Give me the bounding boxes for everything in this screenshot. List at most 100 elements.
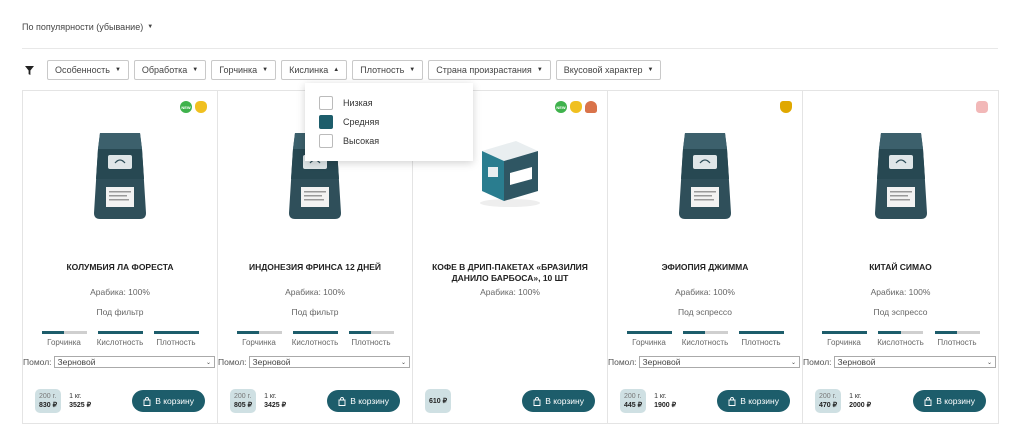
checkbox[interactable]: [319, 114, 333, 129]
grind-value: Зерновой: [642, 357, 681, 367]
flavor-bar-density: Плотность: [149, 331, 203, 347]
flavor-bar-acidity: Кислотность: [93, 331, 147, 347]
bar-fill: [41, 331, 64, 334]
flavor-bar-bitterness: Горчинка: [232, 331, 286, 347]
add-to-cart-button[interactable]: В корзину: [913, 390, 986, 412]
bar-track: [97, 331, 143, 334]
flavor-bar-bitterness: Горчинка: [37, 331, 91, 347]
acidity-dropdown-menu: Низкая Средняя Высокая: [305, 83, 473, 161]
product-name[interactable]: ИНДОНЕЗИЯ ФРИНСА 12 ДНЕЙ: [226, 262, 404, 273]
bar-track: [292, 331, 338, 334]
price-row: 200 г. 470 ₽ 1 кг. 2000 ₽ В корзину: [815, 389, 986, 413]
price-box[interactable]: 610 ₽: [425, 389, 452, 413]
product-image[interactable]: [673, 129, 737, 226]
product-image[interactable]: [88, 129, 152, 226]
grind-select[interactable]: Зерновой ⌄: [833, 356, 996, 368]
product-badges: [780, 101, 792, 113]
price: 3525 ₽: [69, 402, 92, 409]
price-box-1kg[interactable]: 1 кг. 2000 ₽: [849, 392, 871, 410]
grind-select[interactable]: Зерновой ⌄: [248, 356, 410, 368]
filter-processing[interactable]: Обработка ▼: [133, 60, 207, 80]
chevron-down-icon: ⌄: [400, 359, 406, 366]
bar-fill: [236, 331, 259, 334]
flavor-bar-density: Плотность: [930, 331, 984, 347]
filter-bitterness[interactable]: Горчинка ▼: [211, 60, 277, 80]
acidity-option-medium[interactable]: Средняя: [319, 112, 459, 131]
add-to-cart-button[interactable]: В корзину: [327, 390, 400, 412]
caret-down-icon: ▼: [114, 67, 121, 73]
filter-density[interactable]: Плотность ▼: [352, 60, 424, 80]
price: 3425 ₽: [264, 402, 287, 409]
pineapple-icon: [195, 101, 207, 113]
acidity-option-low[interactable]: Низкая: [319, 93, 459, 112]
grind-label: Помол:: [23, 357, 52, 367]
bar-fill: [878, 331, 901, 334]
trophy-icon: [780, 101, 792, 113]
mushroom-icon: [585, 101, 597, 113]
product-name[interactable]: КИТАЙ СИМАО: [811, 262, 990, 273]
caret-down-icon: ▼: [192, 67, 199, 73]
bar-fill: [821, 331, 867, 334]
product-brew-method: Под эспрессо: [873, 307, 928, 317]
pineapple-icon: [570, 101, 582, 113]
add-to-cart-button[interactable]: В корзину: [132, 390, 205, 412]
price: 805 ₽: [234, 402, 253, 409]
bar-track: [738, 331, 784, 334]
product-card[interactable]: ЭФИОПИЯ ДЖИММА Арабика: 100% Под эспрессо …: [608, 91, 803, 423]
bar-label: Горчинка: [242, 338, 276, 347]
product-badges: NEW: [555, 101, 597, 113]
weight: 200 г.: [39, 393, 57, 400]
bar-fill: [738, 331, 784, 334]
flavor-bar-density: Плотность: [734, 331, 788, 347]
grind-select[interactable]: Зерновой ⌄: [53, 356, 215, 368]
chip-label: Страна произрастания: [436, 65, 532, 75]
filter-taste[interactable]: Вкусовой характер ▼: [555, 60, 662, 80]
grind-label: Помол:: [218, 357, 247, 367]
bar-label: Плотность: [351, 338, 391, 347]
product-image[interactable]: [472, 129, 548, 214]
sort-dropdown[interactable]: По популярности (убывание) ▼: [22, 22, 153, 32]
filter-country[interactable]: Страна произрастания ▼: [428, 60, 551, 80]
grind-value: Зерновой: [837, 357, 876, 367]
product-card[interactable]: КИТАЙ СИМАО Арабика: 100% Под эспрессо Гор…: [803, 91, 998, 423]
filter-feature[interactable]: Особенность ▼: [47, 60, 129, 80]
product-image[interactable]: [869, 129, 933, 226]
weight: 1 кг.: [69, 393, 82, 400]
option-label: Высокая: [343, 135, 380, 146]
weight: 200 г.: [624, 393, 642, 400]
grind-row: Помол: Зерновой ⌄: [608, 356, 800, 368]
checkbox[interactable]: [319, 95, 333, 110]
option-label: Низкая: [343, 97, 373, 108]
new-icon: NEW: [180, 101, 192, 113]
product-brew-method: Под фильтр: [291, 307, 339, 317]
price-box-200g[interactable]: 200 г. 445 ₽: [620, 389, 647, 413]
grind-label: Помол:: [608, 357, 637, 367]
grind-label: Помол:: [803, 357, 832, 367]
grind-select[interactable]: Зерновой ⌄: [638, 356, 800, 368]
filter-icon[interactable]: [22, 63, 36, 77]
caret-down-icon: ▼: [409, 67, 416, 73]
price-box-1kg[interactable]: 1 кг. 3525 ₽: [69, 392, 91, 410]
add-to-cart-button[interactable]: В корзину: [522, 390, 595, 412]
button-label: В корзину: [350, 396, 389, 406]
button-label: В корзину: [155, 396, 194, 406]
product-name[interactable]: ЭФИОПИЯ ДЖИММА: [616, 262, 794, 273]
price-box-200g[interactable]: 200 г. 470 ₽: [815, 389, 842, 413]
bar-track: [821, 331, 867, 334]
checkbox[interactable]: [319, 133, 333, 148]
acidity-option-high[interactable]: Высокая: [319, 131, 459, 150]
add-to-cart-button[interactable]: В корзину: [717, 390, 790, 412]
button-label: В корзину: [936, 396, 975, 406]
price-box-200g[interactable]: 200 г. 830 ₽: [35, 389, 62, 413]
price-box-1kg[interactable]: 1 кг. 3425 ₽: [264, 392, 286, 410]
option-label: Средняя: [343, 116, 380, 127]
product-name[interactable]: КОФЕ В ДРИП-ПАКЕТАХ «БРАЗИЛИЯ ДАНИЛО БАР…: [421, 262, 599, 284]
price-box-1kg[interactable]: 1 кг. 1900 ₽: [654, 392, 676, 410]
product-card[interactable]: NEW КОЛУМБИЯ ЛА ФОРЕСТА Арабика: 100% Под …: [23, 91, 218, 423]
grind-value: Зерновой: [252, 357, 291, 367]
price-box-200g[interactable]: 200 г. 805 ₽: [230, 389, 257, 413]
filter-acidity[interactable]: Кислинка ▲: [281, 60, 348, 80]
flavor-bar-density: Плотность: [344, 331, 398, 347]
product-name[interactable]: КОЛУМБИЯ ЛА ФОРЕСТА: [31, 262, 209, 273]
bar-track: [153, 331, 199, 334]
